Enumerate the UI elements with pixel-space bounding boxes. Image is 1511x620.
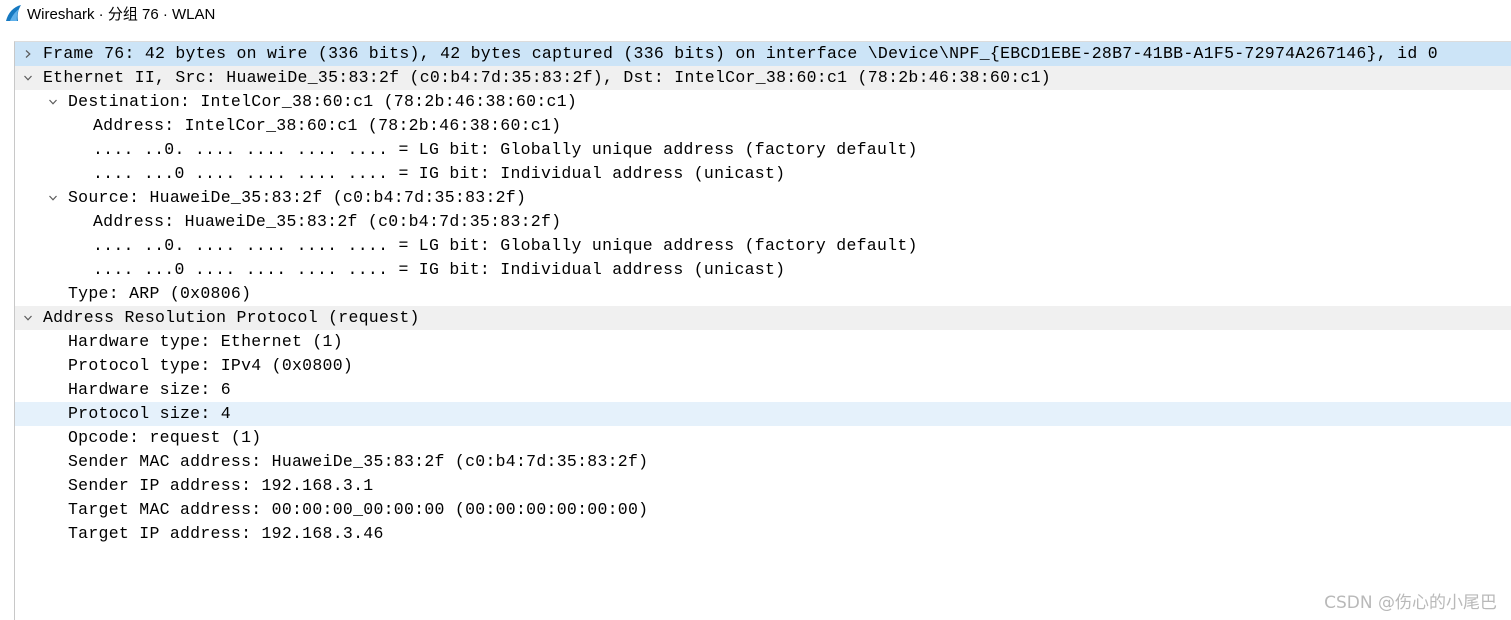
packet-details-tree[interactable]: Frame 76: 42 bytes on wire (336 bits), 4… [14, 41, 1511, 620]
tree-item-src-lg-bit[interactable]: .... ..0. .... .... .... .... = LG bit: … [15, 234, 1511, 258]
packet-detail-window: Wireshark · 分组 76 · WLAN Frame 76: 42 by… [0, 0, 1511, 620]
tree-item-label: .... ..0. .... .... .... .... = LG bit: … [93, 140, 918, 159]
tree-item-label: .... ...0 .... .... .... .... = IG bit: … [93, 260, 786, 279]
chevron-down-icon[interactable] [45, 186, 61, 210]
tree-item-label: Protocol size: 4 [68, 404, 231, 423]
watermark: CSDN @伤心的小尾巴 [1324, 593, 1497, 613]
tree-item-arp[interactable]: Address Resolution Protocol (request) [15, 306, 1511, 330]
tree-item-label: Source: HuaweiDe_35:83:2f (c0:b4:7d:35:8… [68, 188, 527, 207]
tree-item-label: Type: ARP (0x0806) [68, 284, 252, 303]
tree-item-label: .... ..0. .... .... .... .... = LG bit: … [93, 236, 918, 255]
tree-item-dst-lg-bit[interactable]: .... ..0. .... .... .... .... = LG bit: … [15, 138, 1511, 162]
tree-item-dst-address[interactable]: Address: IntelCor_38:60:c1 (78:2b:46:38:… [15, 114, 1511, 138]
tree-item-destination[interactable]: Destination: IntelCor_38:60:c1 (78:2b:46… [15, 90, 1511, 114]
tree-item-label: Opcode: request (1) [68, 428, 262, 447]
window-title: Wireshark · 分组 76 · WLAN [27, 6, 216, 23]
tree-item-source[interactable]: Source: HuaweiDe_35:83:2f (c0:b4:7d:35:8… [15, 186, 1511, 210]
tree-item-eth-type[interactable]: Type: ARP (0x0806) [15, 282, 1511, 306]
tree-item-label: Target IP address: 192.168.3.46 [68, 524, 384, 543]
tree-item-hw-size[interactable]: Hardware size: 6 [15, 378, 1511, 402]
chevron-down-icon[interactable] [45, 90, 61, 114]
tree-item-target-ip[interactable]: Target IP address: 192.168.3.46 [15, 522, 1511, 546]
tree-item-label: Target MAC address: 00:00:00_00:00:00 (0… [68, 500, 649, 519]
tree-item-src-address[interactable]: Address: HuaweiDe_35:83:2f (c0:b4:7d:35:… [15, 210, 1511, 234]
tree-item-label: Frame 76: 42 bytes on wire (336 bits), 4… [43, 44, 1438, 63]
chevron-down-icon[interactable] [20, 66, 36, 90]
tree-item-label: Hardware size: 6 [68, 380, 231, 399]
chevron-down-icon[interactable] [20, 306, 36, 330]
chevron-right-icon[interactable] [20, 42, 36, 66]
tree-item-opcode[interactable]: Opcode: request (1) [15, 426, 1511, 450]
tree-item-ethernet[interactable]: Ethernet II, Src: HuaweiDe_35:83:2f (c0:… [15, 66, 1511, 90]
tree-item-label: .... ...0 .... .... .... .... = IG bit: … [93, 164, 786, 183]
tree-item-sender-mac[interactable]: Sender MAC address: HuaweiDe_35:83:2f (c… [15, 450, 1511, 474]
tree-item-proto-size[interactable]: Protocol size: 4 [15, 402, 1511, 426]
tree-item-frame[interactable]: Frame 76: 42 bytes on wire (336 bits), 4… [15, 42, 1511, 66]
title-bar: Wireshark · 分组 76 · WLAN [0, 0, 1511, 26]
tree-item-src-ig-bit[interactable]: .... ...0 .... .... .... .... = IG bit: … [15, 258, 1511, 282]
tree-item-label: Address Resolution Protocol (request) [43, 308, 420, 327]
tree-item-label: Protocol type: IPv4 (0x0800) [68, 356, 354, 375]
tree-item-label: Ethernet II, Src: HuaweiDe_35:83:2f (c0:… [43, 68, 1051, 87]
tree-item-dst-ig-bit[interactable]: .... ...0 .... .... .... .... = IG bit: … [15, 162, 1511, 186]
tree-item-sender-ip[interactable]: Sender IP address: 192.168.3.1 [15, 474, 1511, 498]
wireshark-fin-icon [6, 5, 21, 21]
tree-item-target-mac[interactable]: Target MAC address: 00:00:00_00:00:00 (0… [15, 498, 1511, 522]
tree-item-label: Sender IP address: 192.168.3.1 [68, 476, 374, 495]
tree-item-hw-type[interactable]: Hardware type: Ethernet (1) [15, 330, 1511, 354]
tree-item-label: Destination: IntelCor_38:60:c1 (78:2b:46… [68, 92, 578, 111]
tree-item-label: Sender MAC address: HuaweiDe_35:83:2f (c… [68, 452, 649, 471]
tree-item-label: Address: HuaweiDe_35:83:2f (c0:b4:7d:35:… [93, 212, 562, 231]
tree-item-proto-type[interactable]: Protocol type: IPv4 (0x0800) [15, 354, 1511, 378]
tree-item-label: Address: IntelCor_38:60:c1 (78:2b:46:38:… [93, 116, 562, 135]
tree-item-label: Hardware type: Ethernet (1) [68, 332, 343, 351]
